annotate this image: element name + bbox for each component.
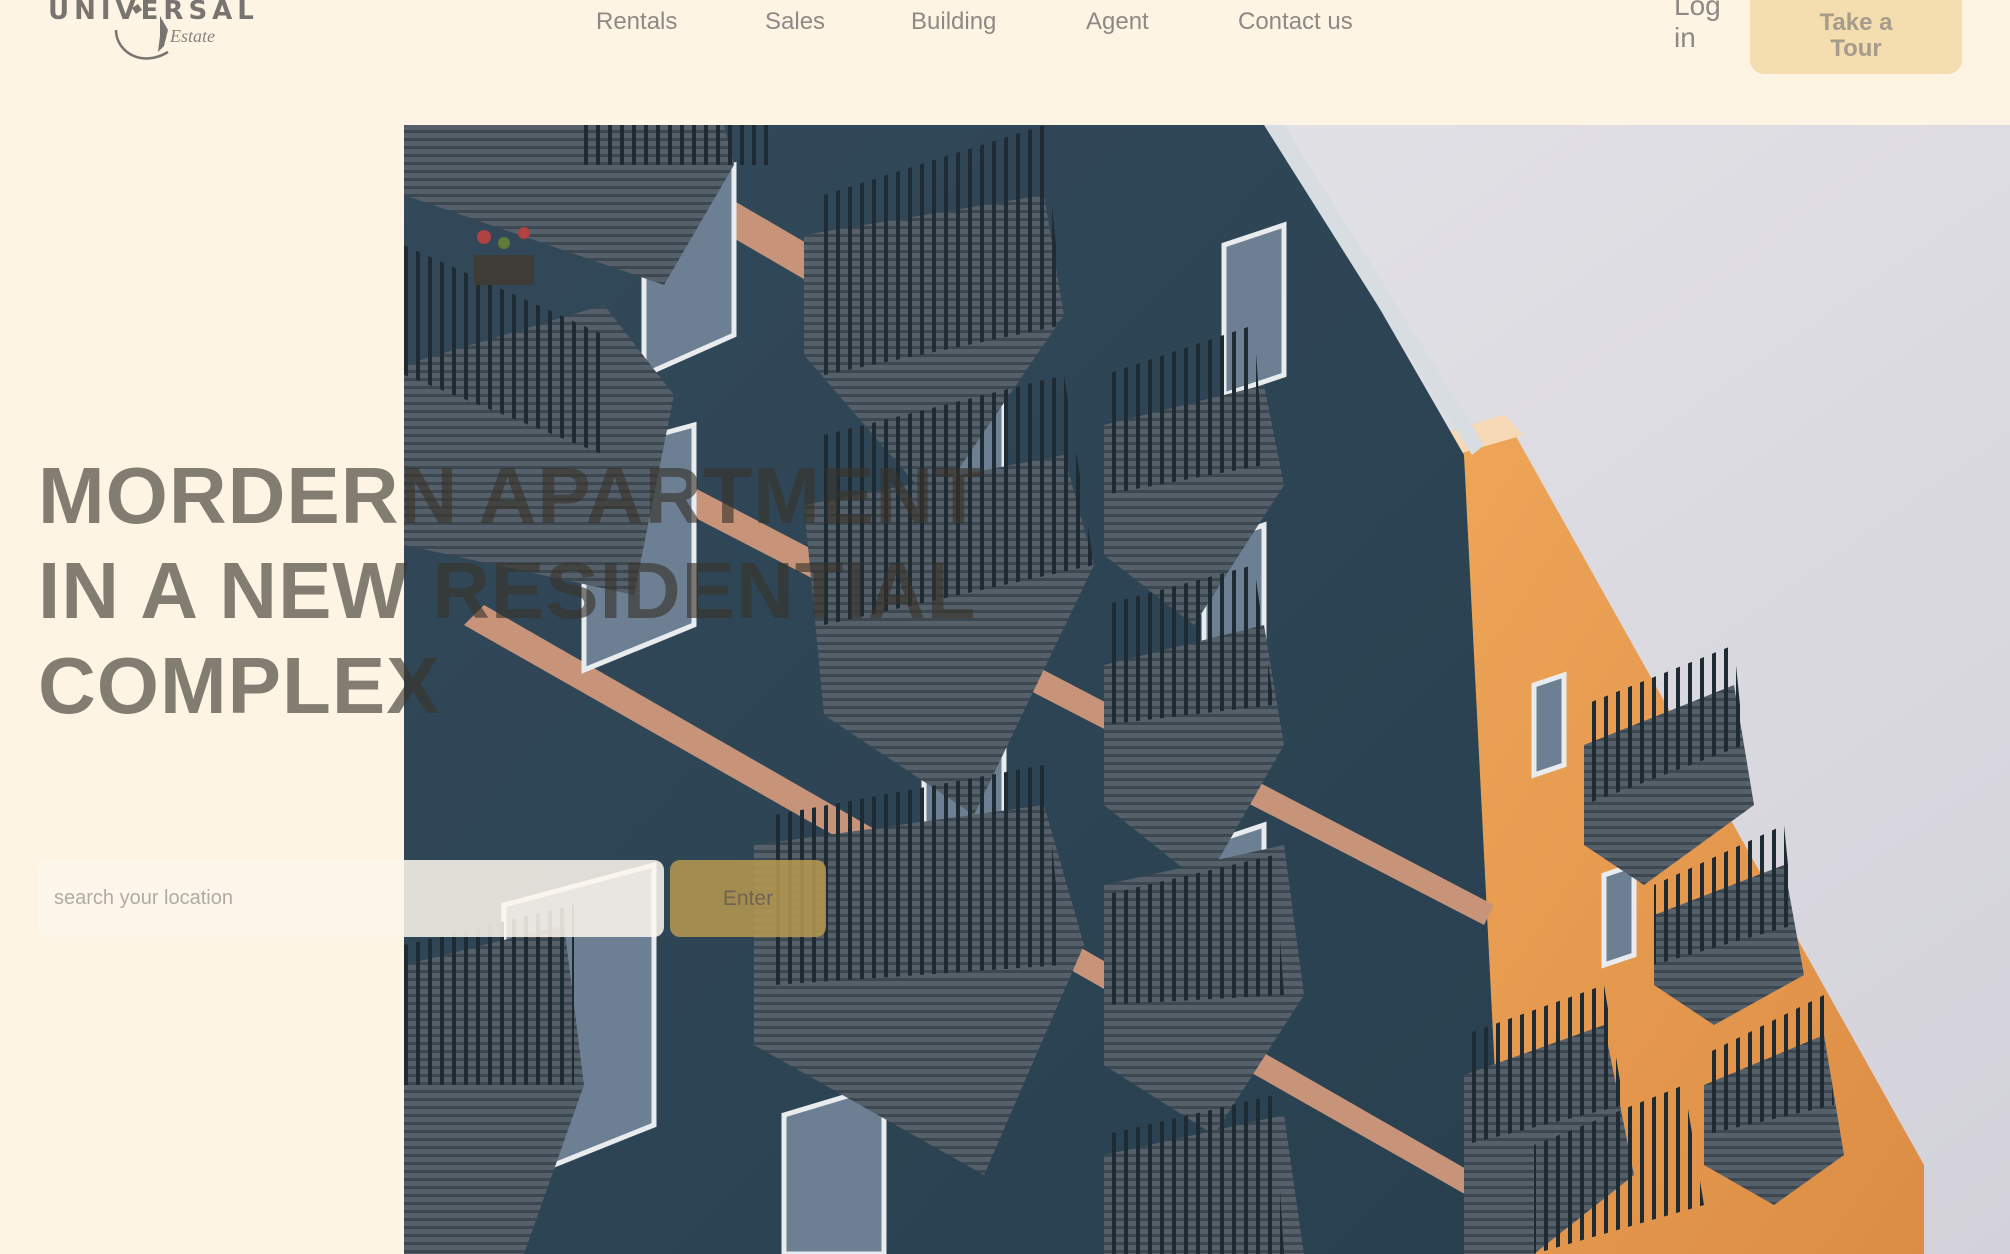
nav-item-agent[interactable]: Agent — [1086, 8, 1149, 36]
hero-title-line-2: IN A NEW RESIDENTIAL — [38, 546, 977, 635]
enter-button[interactable]: Enter — [670, 860, 826, 937]
take-a-tour-button[interactable]: Take a Tour — [1750, 0, 1962, 74]
nav-item-building[interactable]: Building — [911, 8, 996, 36]
page: UNIVERSAL Estate Rentals Sales Building … — [0, 0, 2010, 1254]
hero-title-line-3: COMPLEX — [38, 641, 441, 730]
hero-title: MORDERN APARTMENT IN A NEW RESIDENTIAL C… — [38, 448, 1138, 733]
hero-title-line-1: MORDERN APARTMENT — [38, 451, 984, 540]
tour-button-line-1: Take a — [1819, 9, 1893, 36]
tour-button-line-2: Tour — [1830, 35, 1882, 62]
nav-item-rentals[interactable]: Rentals — [596, 8, 677, 36]
nav-item-sales[interactable]: Sales — [765, 8, 825, 36]
nav-item-contact-us[interactable]: Contact us — [1238, 8, 1353, 36]
login-link[interactable]: Log in — [1674, 0, 1744, 54]
location-search-input[interactable] — [38, 860, 664, 937]
site-header: UNIVERSAL Estate Rentals Sales Building … — [0, 0, 2010, 125]
